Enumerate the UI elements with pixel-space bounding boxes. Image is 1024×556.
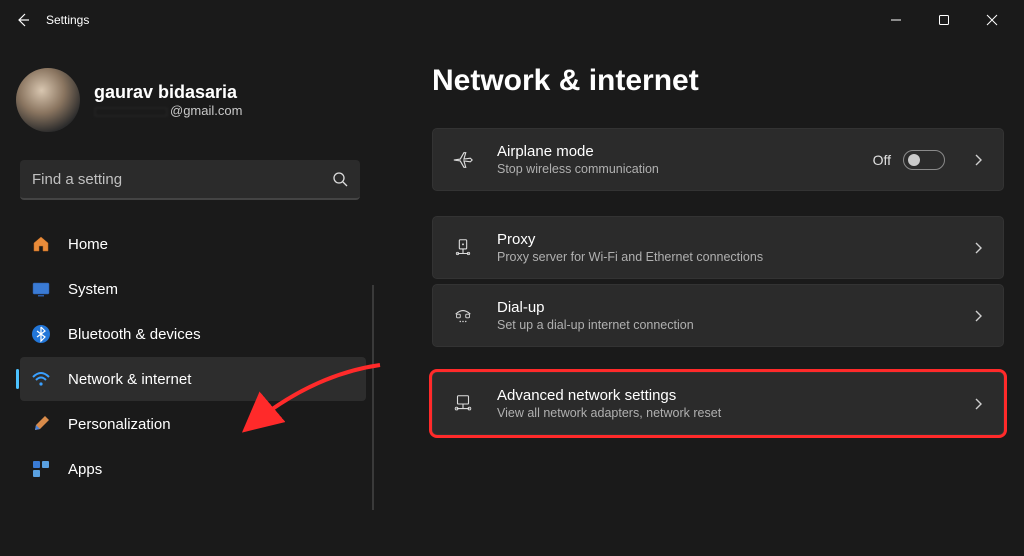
sidebar-item-home[interactable]: Home <box>20 222 366 266</box>
chevron-right-icon <box>973 241 983 255</box>
user-name: gaurav bidasaria <box>94 82 242 103</box>
minimize-button[interactable] <box>886 10 906 30</box>
card-proxy[interactable]: Proxy Proxy server for Wi-Fi and Etherne… <box>432 216 1004 279</box>
sidebar-item-label: Bluetooth & devices <box>68 326 201 343</box>
bluetooth-icon <box>30 323 52 345</box>
apps-icon <box>30 458 52 480</box>
sidebar-item-system[interactable]: System <box>20 267 366 311</box>
network-adapter-icon <box>449 390 477 418</box>
minimize-icon <box>890 14 902 26</box>
sidebar-scrollbar[interactable] <box>372 285 374 510</box>
avatar <box>16 68 80 132</box>
card-subtitle: Set up a dial-up internet connection <box>497 318 957 332</box>
sidebar-item-bluetooth[interactable]: Bluetooth & devices <box>20 312 366 356</box>
main-panel: Network & internet Airplane mode Stop wi… <box>380 40 1024 556</box>
nav-list: Home System Bluetooth & devices Network … <box>16 222 380 491</box>
sidebar-item-label: Apps <box>68 461 102 478</box>
sidebar-item-network[interactable]: Network & internet <box>20 357 366 401</box>
airplane-icon <box>449 146 477 174</box>
card-dialup[interactable]: Dial-up Set up a dial-up internet connec… <box>432 284 1004 347</box>
card-airplane-mode[interactable]: Airplane mode Stop wireless communicatio… <box>432 128 1004 191</box>
search-box[interactable] <box>20 160 360 200</box>
card-title: Proxy <box>497 231 957 248</box>
window-controls <box>886 10 1016 30</box>
card-title: Dial-up <box>497 299 957 316</box>
card-title: Airplane mode <box>497 143 873 160</box>
sidebar-item-label: Home <box>68 236 108 253</box>
chevron-right-icon <box>973 309 983 323</box>
sidebar-item-personalization[interactable]: Personalization <box>20 402 366 446</box>
card-subtitle: Proxy server for Wi-Fi and Ethernet conn… <box>497 250 957 264</box>
sidebar-item-label: Personalization <box>68 416 171 433</box>
paintbrush-icon <box>30 413 52 435</box>
card-subtitle: View all network adapters, network reset <box>497 406 957 420</box>
arrow-left-icon <box>15 12 31 28</box>
home-icon <box>30 233 52 255</box>
system-icon <box>30 278 52 300</box>
card-advanced-network[interactable]: Advanced network settings View all netwo… <box>432 372 1004 435</box>
wifi-icon <box>30 368 52 390</box>
close-button[interactable] <box>982 10 1002 30</box>
card-title: Advanced network settings <box>497 387 957 404</box>
toggle-switch[interactable] <box>903 150 945 170</box>
close-icon <box>986 14 998 26</box>
back-button[interactable] <box>8 5 38 35</box>
sidebar: gaurav bidasaria @gmail.com Home System … <box>0 40 380 556</box>
maximize-icon <box>938 14 950 26</box>
sidebar-item-apps[interactable]: Apps <box>20 447 366 491</box>
proxy-icon <box>449 234 477 262</box>
app-title: Settings <box>46 13 89 27</box>
redacted-prefix <box>94 107 168 117</box>
dialup-icon <box>449 302 477 330</box>
sidebar-item-label: System <box>68 281 118 298</box>
search-input[interactable] <box>32 171 332 188</box>
chevron-right-icon <box>973 397 983 411</box>
titlebar: Settings <box>0 0 1024 40</box>
profile-block[interactable]: gaurav bidasaria @gmail.com <box>16 68 380 132</box>
search-icon <box>332 171 348 187</box>
card-subtitle: Stop wireless communication <box>497 162 873 176</box>
user-email: @gmail.com <box>94 103 242 118</box>
airplane-toggle[interactable]: Off <box>873 150 945 170</box>
sidebar-item-label: Network & internet <box>68 371 191 388</box>
toggle-label: Off <box>873 152 891 168</box>
page-title: Network & internet <box>432 64 1004 98</box>
chevron-right-icon <box>973 153 983 167</box>
maximize-button[interactable] <box>934 10 954 30</box>
